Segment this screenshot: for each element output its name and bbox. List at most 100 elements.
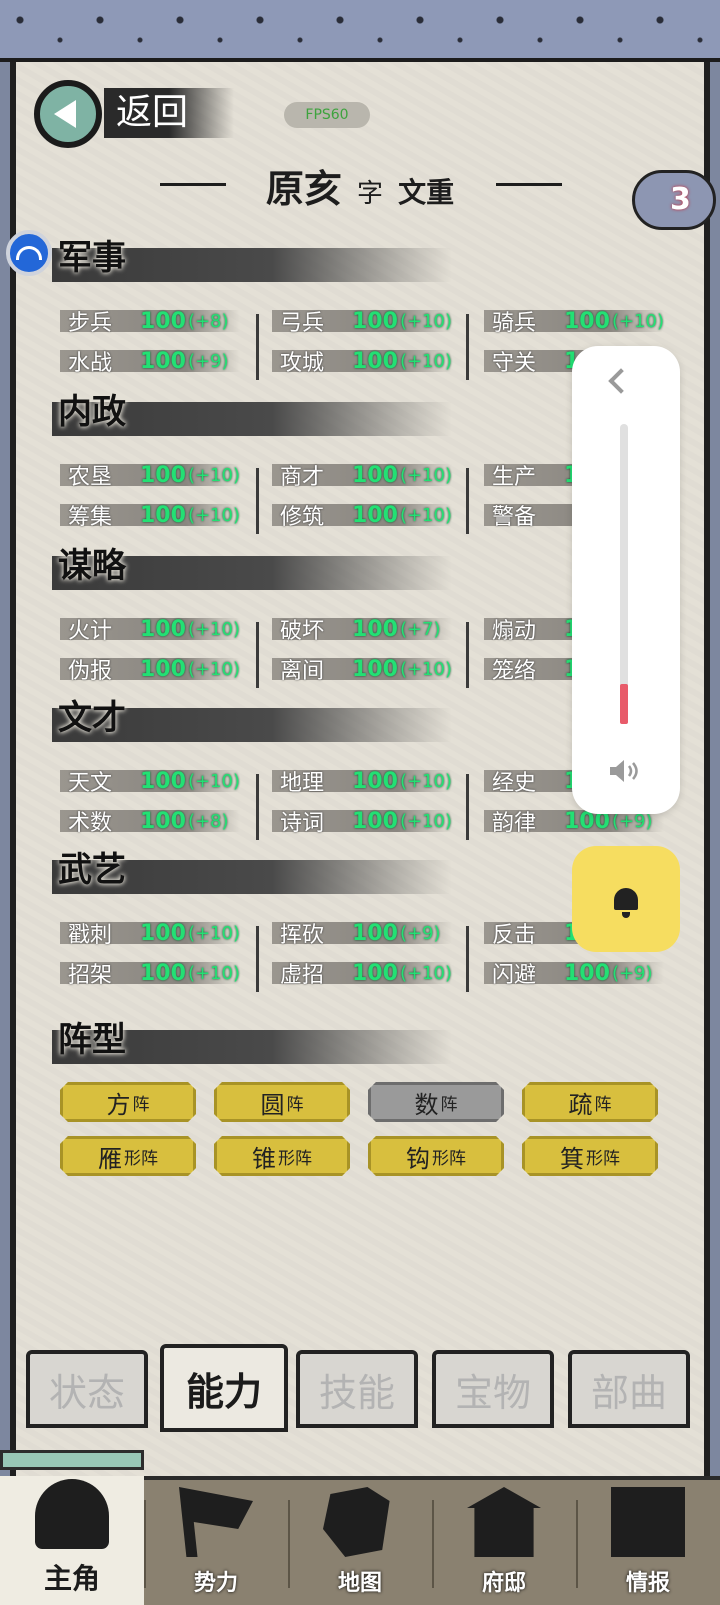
stat-value: 100 — [140, 616, 186, 642]
stat-value: 100 — [140, 960, 186, 986]
stat-name: 步兵 — [68, 311, 113, 336]
assistant-floating-icon[interactable] — [6, 230, 52, 276]
stat-value: 100 — [352, 348, 398, 374]
stat-row: 骑兵 100 (+10) — [484, 306, 664, 336]
stat-row: 闪避 100 (+9) — [484, 958, 664, 988]
stat-bonus: (+10) — [187, 464, 240, 486]
formation-button[interactable]: 箕形阵 — [522, 1136, 658, 1176]
volume-level — [620, 684, 628, 724]
stat-bonus: (+10) — [399, 658, 452, 680]
stat-value: 100 — [352, 462, 398, 488]
stat-name: 招架 — [68, 963, 113, 988]
back-label[interactable]: 返回 — [104, 88, 234, 138]
formation-suffix: 形阵 — [124, 1148, 158, 1169]
nav-separator — [144, 1500, 146, 1588]
column-divider — [466, 926, 469, 992]
stat-value: 100 — [352, 502, 398, 528]
stat-name: 经史 — [492, 771, 537, 796]
stat-name: 伪报 — [68, 659, 113, 684]
character-name: 原亥 — [265, 166, 342, 211]
formation-suffix: 形阵 — [278, 1148, 312, 1169]
nav-label: 地图 — [337, 1571, 382, 1596]
column-divider — [256, 926, 259, 992]
section-title-text: 武艺 — [58, 850, 126, 890]
stat-bonus: (+8) — [187, 310, 229, 332]
formation-button[interactable]: 圆阵 — [214, 1082, 350, 1122]
formation-suffix: 阵 — [132, 1094, 150, 1115]
section-title-text: 军事 — [58, 238, 126, 278]
stat-name: 煽动 — [492, 619, 537, 644]
formation-name: 箕 — [560, 1144, 584, 1173]
intel-icon — [611, 1487, 685, 1557]
stat-value: 100 — [140, 462, 186, 488]
formation-button[interactable]: 数阵 — [368, 1082, 504, 1122]
top-decorative-frame — [0, 0, 720, 62]
stat-name: 闪避 — [492, 963, 537, 988]
nav-map[interactable]: 地图 — [288, 1476, 432, 1605]
stat-row: 攻城 100 (+10) — [272, 346, 452, 376]
stat-name: 守关 — [492, 351, 537, 376]
stat-value: 100 — [352, 656, 398, 682]
stat-name: 骑兵 — [492, 311, 537, 336]
stat-bonus: (+10) — [399, 770, 452, 792]
tab-ability[interactable]: 能力 — [160, 1344, 288, 1432]
stat-name: 火计 — [68, 619, 113, 644]
stat-row: 修筑 100 (+10) — [272, 500, 452, 530]
formation-button[interactable]: 方阵 — [60, 1082, 196, 1122]
formation-suffix: 阵 — [286, 1094, 304, 1115]
speaker-icon[interactable] — [608, 758, 640, 784]
stat-bonus: (+10) — [187, 658, 240, 680]
formation-button[interactable]: 锥形阵 — [214, 1136, 350, 1176]
stat-name: 地理 — [280, 771, 325, 796]
stat-bonus: (+10) — [399, 962, 452, 984]
stat-name: 弓兵 — [280, 311, 325, 336]
stat-row: 挥砍 100 (+9) — [272, 918, 452, 948]
tab-treasure[interactable]: 宝物 — [432, 1350, 554, 1428]
stat-value: 100 — [140, 808, 186, 834]
stat-bonus: (+10) — [399, 350, 452, 372]
nav-protagonist[interactable]: 主角 — [0, 1476, 144, 1605]
stat-row: 戳刺 100 (+10) — [60, 918, 240, 948]
stat-name: 术数 — [68, 811, 113, 836]
volume-slider[interactable] — [620, 424, 628, 724]
stat-name: 戳刺 — [68, 923, 113, 948]
nav-label: 情报 — [625, 1571, 670, 1596]
nav-faction[interactable]: 势力 — [144, 1476, 288, 1605]
stat-value: 100 — [352, 616, 398, 642]
stat-name: 警备 — [492, 505, 537, 530]
stat-value: 100 — [352, 920, 398, 946]
courtesy-name: 文重 — [398, 176, 455, 209]
formation-button[interactable]: 雁形阵 — [60, 1136, 196, 1176]
stat-value: 100 — [140, 768, 186, 794]
tab-skill[interactable]: 技能 — [296, 1350, 418, 1428]
nav-separator — [576, 1500, 578, 1588]
formation-button[interactable]: 疏阵 — [522, 1082, 658, 1122]
nav-ribbon — [0, 1450, 144, 1470]
stat-value: 100 — [352, 768, 398, 794]
column-divider — [256, 622, 259, 688]
tab-troops[interactable]: 部曲 — [568, 1350, 690, 1428]
stat-row: 破坏 100 (+7) — [272, 614, 452, 644]
nav-label: 势力 — [193, 1571, 238, 1596]
stat-name: 离间 — [280, 659, 325, 684]
stat-row: 虚招 100 (+10) — [272, 958, 452, 988]
nav-intel[interactable]: 情报 — [576, 1476, 720, 1605]
formation-button[interactable]: 钩形阵 — [368, 1136, 504, 1176]
formation-suffix: 形阵 — [432, 1148, 466, 1169]
stat-value: 100 — [140, 920, 186, 946]
stat-name: 商才 — [280, 465, 325, 490]
stat-bonus: (+9) — [187, 350, 229, 372]
column-divider — [256, 314, 259, 380]
nav-mansion[interactable]: 府邸 — [432, 1476, 576, 1605]
tab-status[interactable]: 状态 — [26, 1350, 148, 1428]
courtesy-prefix: 字 — [356, 179, 383, 209]
back-button[interactable] — [34, 80, 102, 148]
column-divider — [466, 314, 469, 380]
nav-separator — [432, 1500, 434, 1588]
notification-button[interactable] — [572, 846, 680, 952]
section-title-text: 文才 — [58, 698, 126, 738]
stat-name: 笼络 — [492, 659, 537, 684]
stat-bonus: (+10) — [399, 504, 452, 526]
section-title: 内政 — [52, 392, 452, 436]
stat-row: 天文 100 (+10) — [60, 766, 240, 796]
